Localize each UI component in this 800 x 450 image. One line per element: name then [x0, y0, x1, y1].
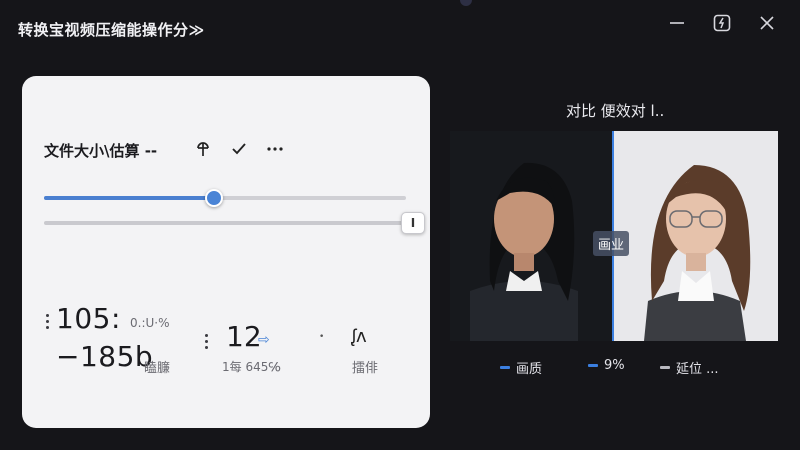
pin-button[interactable] [192, 138, 214, 160]
legend-swatch [660, 366, 670, 369]
check-icon [232, 143, 246, 155]
drag-handle-middle[interactable] [205, 334, 208, 349]
legend-label: 画质 [516, 362, 543, 377]
size-delta-value: −185b [56, 340, 154, 373]
original-preview-image [614, 131, 778, 341]
quality-slider[interactable] [44, 189, 406, 207]
legend-swatch [500, 366, 510, 369]
legend-item: 画质 [500, 358, 542, 377]
legend-swatch [588, 364, 598, 367]
title-bar: 转换宝视频压缩能操作分≫ [0, 0, 800, 56]
card-title: 文件大小\估算 -- [44, 142, 158, 160]
sort-label[interactable]: 擂俳 [352, 357, 378, 376]
range-slider-thumb[interactable]: I [401, 212, 425, 234]
title-chevron-icon[interactable]: ≫ [189, 21, 205, 39]
compare-title: 对比 便效对 l.. [566, 102, 665, 120]
portrait-before-illustration [450, 131, 614, 341]
pin-icon [197, 142, 209, 156]
size-delta-unit: 瞌臁 [144, 361, 171, 376]
original-size-value: 105: [56, 302, 121, 335]
legend-label: 延位 ... [676, 362, 719, 377]
portrait-after-illustration [614, 131, 778, 341]
restore-button[interactable] [709, 10, 735, 36]
drag-handle-left[interactable] [46, 314, 49, 329]
file-size-estimate-card: 文件大小\估算 -- I 105: 0.:U·% −185b 瞌臁 12 ⇨ 1… [22, 76, 430, 428]
close-button[interactable] [754, 10, 780, 36]
close-icon [760, 16, 774, 30]
compare-divider-label: 画业 [593, 231, 630, 256]
legend-item: 9% [588, 358, 625, 373]
card-toolbar [192, 138, 286, 160]
original-size-ratio: 0.:U·% [130, 316, 170, 330]
estimated-size-ratio: 1每 645℅ [222, 360, 281, 374]
quality-slider-thumb[interactable] [205, 189, 223, 207]
estimated-size-value: 12 [226, 320, 262, 353]
minimize-button[interactable] [664, 10, 690, 36]
separator-dot: • [319, 332, 325, 342]
confirm-button[interactable] [228, 138, 250, 160]
more-icon [267, 147, 283, 151]
legend-label: 9% [604, 358, 625, 373]
app-title: 转换宝视频压缩能操作分≫ [18, 19, 205, 40]
sort-icon[interactable]: ᶘᴧ [352, 326, 367, 347]
estimate-arrow-icon: ⇨ [258, 332, 270, 348]
restore-icon [713, 14, 731, 32]
quality-slider-fill [44, 196, 214, 200]
more-button[interactable] [264, 138, 286, 160]
compressed-preview-image [450, 131, 614, 341]
app-title-text: 转换宝视频压缩能操作分 [18, 21, 189, 39]
legend-item: 延位 ... [660, 358, 719, 377]
minimize-icon [670, 22, 684, 24]
compare-viewer[interactable]: 画业 [450, 131, 778, 341]
range-slider[interactable]: I [44, 212, 425, 234]
